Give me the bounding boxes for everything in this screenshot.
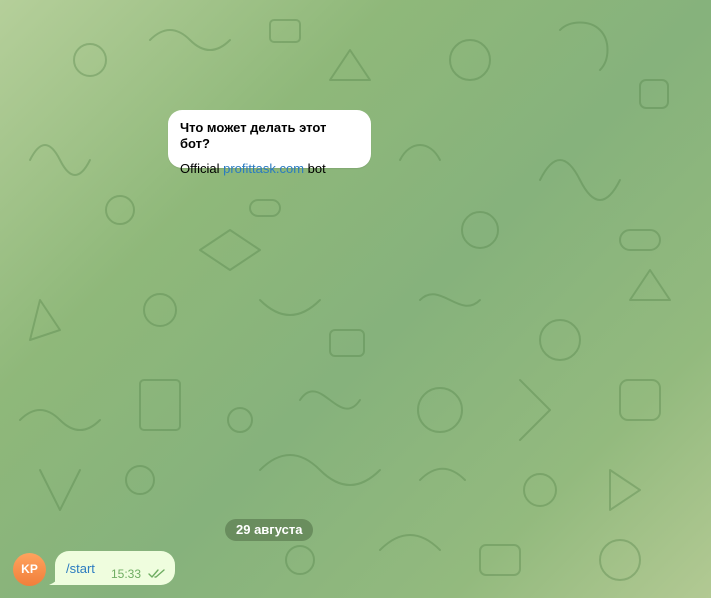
date-separator: 29 августа — [225, 519, 314, 541]
bot-command-link[interactable]: /start — [66, 561, 95, 577]
double-check-icon — [148, 569, 165, 578]
message-bubble[interactable]: /start 15:33 — [55, 551, 175, 585]
message-time: 15:33 — [111, 567, 142, 581]
bot-info-title: Что может делать этот бот? — [180, 120, 327, 151]
bot-info-card: Что может делать этот бот? Official prof… — [168, 110, 371, 176]
bot-info-desc-suffix: bot — [304, 161, 326, 176]
avatar[interactable]: KP — [13, 553, 46, 586]
bot-info-desc-prefix: Official — [180, 161, 224, 176]
bot-info-description: Official profittask.com bot — [180, 161, 359, 177]
chat-background-pattern — [19, 19, 671, 581]
bot-website-link[interactable]: profittask.com — [223, 161, 304, 176]
